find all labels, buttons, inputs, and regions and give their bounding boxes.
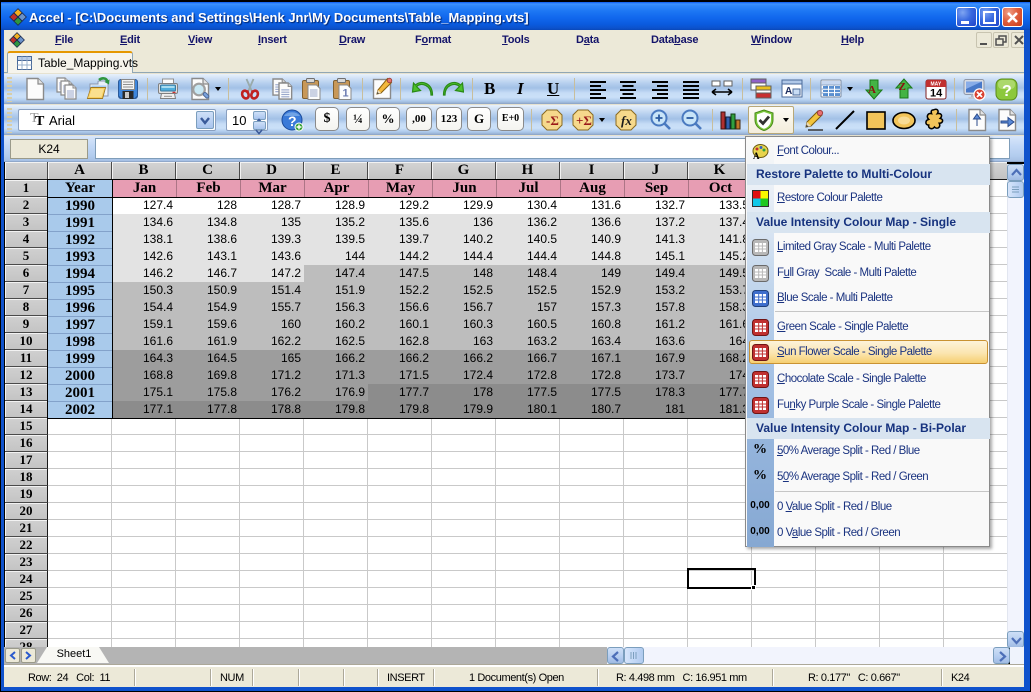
svg-text:-Σ: -Σ	[546, 113, 559, 128]
svg-text:?: ?	[1002, 83, 1012, 100]
svg-text:Z: Z	[899, 81, 906, 93]
svg-text:A: A	[868, 84, 876, 96]
svg-text:1: 1	[343, 88, 349, 100]
svg-text:14: 14	[930, 88, 943, 100]
svg-text:A: A	[753, 151, 760, 160]
svg-text:A: A	[785, 86, 792, 97]
svg-text:fx: fx	[621, 113, 632, 128]
svg-text:+Σ: +Σ	[576, 113, 592, 128]
